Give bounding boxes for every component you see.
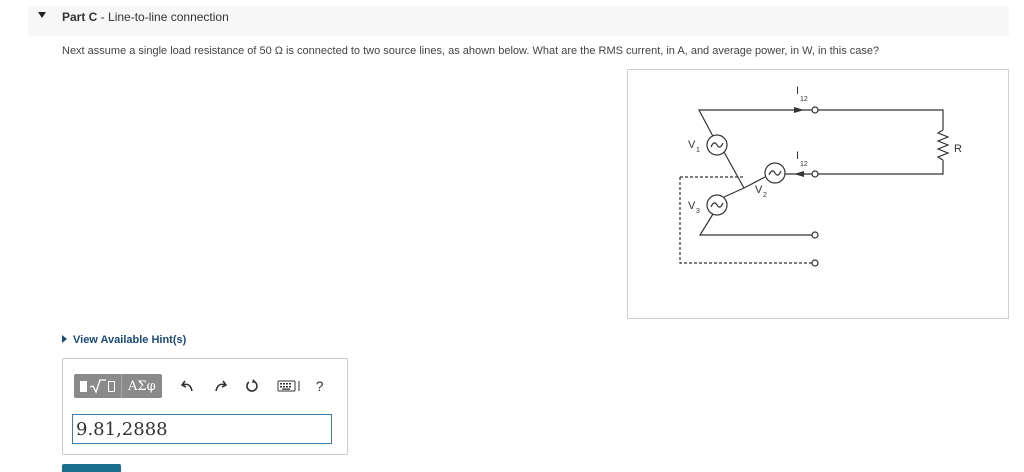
i-top-subscript: 12: [800, 96, 808, 103]
redo-icon[interactable]: [208, 374, 232, 398]
reset-icon[interactable]: [240, 374, 264, 398]
neutral-dashed-wire: [679, 177, 812, 264]
v3-subscript: 3: [696, 208, 700, 215]
junction-v3-wire: [723, 187, 745, 198]
view-hints-link[interactable]: View Available Hint(s): [62, 334, 186, 346]
i-top-label: I: [796, 85, 799, 97]
keyboard-icon[interactable]: [276, 374, 304, 398]
part-label: Part C: [62, 10, 98, 24]
template-box-icon: [108, 380, 115, 392]
undo-icon[interactable]: [176, 374, 200, 398]
terminal-top-icon: [811, 106, 819, 114]
templates-button[interactable]: [74, 374, 121, 398]
expand-triangle-icon: [62, 335, 67, 343]
v1-lead-wire: [723, 151, 745, 189]
v1-subscript: 1: [696, 147, 700, 154]
terminal-bottom-icon: [811, 231, 819, 239]
terminal-neutral-icon: [811, 259, 819, 267]
template-button-group: ΑΣφ: [74, 374, 162, 398]
math-toolbar: ΑΣφ ?: [74, 372, 332, 400]
r-label: R: [954, 143, 962, 155]
answer-input[interactable]: [72, 414, 332, 444]
submit-button[interactable]: [62, 464, 121, 472]
terminal-mid-icon: [811, 170, 819, 178]
help-button[interactable]: ?: [308, 374, 332, 398]
v2-label: V: [755, 184, 763, 196]
resistor-top-wire: [818, 109, 944, 130]
bottom-line-wire: [698, 213, 812, 236]
current-mid-arrow-icon: [794, 171, 804, 177]
i-mid-label: I: [796, 150, 799, 162]
current-top-arrow-icon: [794, 107, 804, 113]
v2-subscript: 2: [763, 192, 767, 199]
v1-label: V: [688, 139, 696, 151]
v3-label: V: [688, 200, 696, 212]
radical-icon: [89, 379, 106, 394]
part-separator: -: [97, 10, 109, 24]
template-block-icon: [80, 380, 87, 392]
greek-symbols-button[interactable]: ΑΣφ: [121, 374, 162, 398]
i-mid-subscript: 12: [800, 161, 808, 168]
part-name: Line-to-line connection: [108, 10, 229, 24]
resistor-bottom-wire: [818, 160, 944, 175]
question-text: Next assume a single load resistance of …: [62, 45, 880, 57]
circuit-figure: V 1 V 2 V 3 I 12 I 12 R: [627, 69, 1009, 319]
circuit-diagram: V 1 V 2 V 3 I 12 I 12 R: [679, 85, 962, 267]
resistor-icon: [936, 129, 950, 161]
collapse-caret-icon[interactable]: [38, 12, 46, 18]
hint-label: View Available Hint(s): [73, 334, 187, 346]
part-title: Part C - Line-to-line connection: [62, 10, 229, 24]
